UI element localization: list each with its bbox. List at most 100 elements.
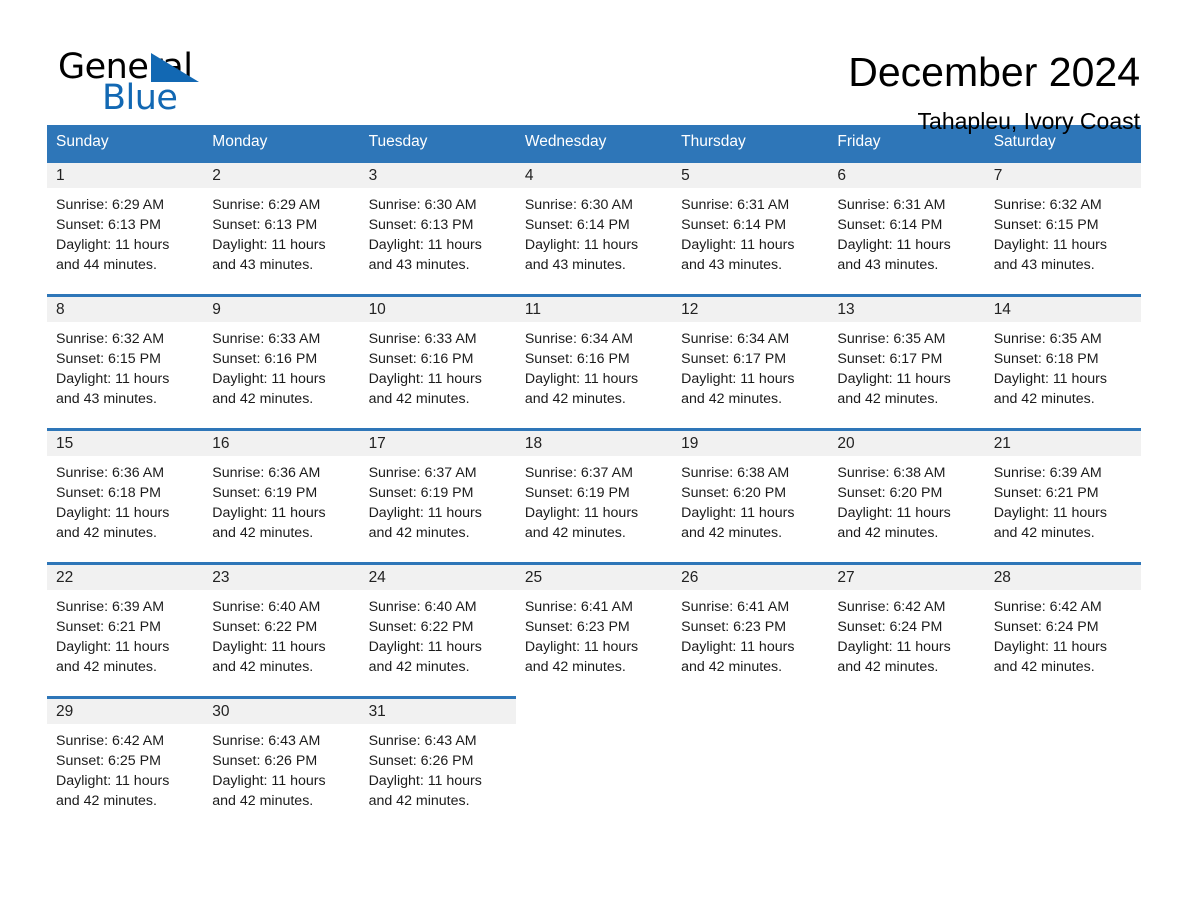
calendar-day-cell[interactable]: 1 Sunrise: 6:29 AM Sunset: 6:13 PM Daylight… xyxy=(47,160,204,294)
sunrise-time: Sunrise: 6:40 AM xyxy=(368,599,477,615)
daylight-duration-line2: and 43 minutes. xyxy=(993,257,1095,273)
day-number: 2 xyxy=(203,163,360,188)
daylight-duration-line2: and 42 minutes. xyxy=(368,793,470,809)
day-details: Sunrise: 6:29 AM Sunset: 6:13 PM Daylight:… xyxy=(47,188,203,275)
sunset-time: Sunset: 6:24 PM xyxy=(837,619,943,635)
calendar-day-cell[interactable]: 11 Sunrise: 6:34 AM Sunset: 6:16 PM Dayligh… xyxy=(515,294,673,428)
day-details: Sunrise: 6:29 AM Sunset: 6:13 PM Daylight:… xyxy=(203,188,359,275)
calendar-day-cell[interactable]: 31 Sunrise: 6:43 AM Sunset: 6:26 PM Dayligh… xyxy=(359,696,516,830)
sunrise-time: Sunrise: 6:30 AM xyxy=(368,197,477,213)
calendar-day-cell[interactable]: 23 Sunrise: 6:40 AM Sunset: 6:22 PM Dayligh… xyxy=(203,562,360,696)
calendar-day-cell[interactable]: 13 Sunrise: 6:35 AM Sunset: 6:17 PM Dayligh… xyxy=(828,294,985,428)
daylight-duration-line1: Daylight: 11 hours xyxy=(993,639,1107,655)
general-blue-logo[interactable]: General Blue xyxy=(58,48,238,122)
daylight-duration-line1: Daylight: 11 hours xyxy=(368,371,482,387)
daylight-duration-line1: Daylight: 11 hours xyxy=(368,237,482,253)
daylight-duration-line1: Daylight: 11 hours xyxy=(368,773,482,789)
daylight-duration-line1: Daylight: 11 hours xyxy=(524,639,639,655)
sunset-time: Sunset: 6:13 PM xyxy=(212,217,318,233)
daylight-duration-line2: and 42 minutes. xyxy=(524,525,626,541)
calendar-day-cell[interactable]: 22 Sunrise: 6:39 AM Sunset: 6:21 PM Dayligh… xyxy=(47,562,204,696)
sunrise-time: Sunrise: 6:38 AM xyxy=(837,465,946,481)
calendar-day-cell[interactable]: 28 Sunrise: 6:42 AM Sunset: 6:24 PM Dayligh… xyxy=(984,562,1141,696)
calendar-day-cell[interactable]: 25 Sunrise: 6:41 AM Sunset: 6:23 PM Dayligh… xyxy=(515,562,673,696)
calendar-day-cell[interactable]: 9 Sunrise: 6:33 AM Sunset: 6:16 PM Daylight… xyxy=(203,294,360,428)
sunset-time: Sunset: 6:26 PM xyxy=(212,753,318,769)
daylight-duration-line2: and 42 minutes. xyxy=(681,525,783,541)
sunrise-time: Sunrise: 6:37 AM xyxy=(368,465,477,481)
daylight-duration-line2: and 42 minutes. xyxy=(993,525,1095,541)
daylight-duration-line1: Daylight: 11 hours xyxy=(56,773,170,789)
calendar-day-cell[interactable]: 14 Sunrise: 6:35 AM Sunset: 6:18 PM Dayligh… xyxy=(984,294,1141,428)
day-details: Sunrise: 6:37 AM Sunset: 6:19 PM Daylight:… xyxy=(516,456,672,543)
calendar-page: General Blue December 2024 Tahapleu, Ivo… xyxy=(0,0,1188,918)
calendar-day-cell[interactable]: 17 Sunrise: 6:37 AM Sunset: 6:19 PM Dayligh… xyxy=(359,428,516,562)
day-number: 29 xyxy=(47,699,204,724)
daylight-duration-line1: Daylight: 11 hours xyxy=(368,639,482,655)
day-details: Sunrise: 6:32 AM Sunset: 6:15 PM Daylight:… xyxy=(985,188,1141,275)
calendar-day-cell[interactable]: 15 Sunrise: 6:36 AM Sunset: 6:18 PM Dayligh… xyxy=(47,428,204,562)
daylight-duration-line1: Daylight: 11 hours xyxy=(837,237,951,253)
calendar-day-cell[interactable]: 26 Sunrise: 6:41 AM Sunset: 6:23 PM Dayligh… xyxy=(672,562,829,696)
calendar-table: Sunday Monday Tuesday Wednesday Thursday Frid… xyxy=(47,125,1141,830)
calendar-day-cell[interactable]: 30 Sunrise: 6:43 AM Sunset: 6:26 PM Dayligh… xyxy=(203,696,360,830)
calendar-day-cell[interactable]: 6 Sunrise: 6:31 AM Sunset: 6:14 PM Daylight… xyxy=(828,160,985,294)
calendar-day-cell[interactable]: 16 Sunrise: 6:36 AM Sunset: 6:19 PM Dayligh… xyxy=(203,428,360,562)
calendar-day-cell[interactable]: 10 Sunrise: 6:33 AM Sunset: 6:16 PM Dayligh… xyxy=(359,294,516,428)
sunrise-time: Sunrise: 6:42 AM xyxy=(993,599,1102,615)
daylight-duration-line2: and 43 minutes. xyxy=(524,257,626,273)
calendar-day-cell[interactable]: 4 Sunrise: 6:30 AM Sunset: 6:14 PM Daylight… xyxy=(515,160,673,294)
daylight-duration-line1: Daylight: 11 hours xyxy=(212,505,326,521)
day-details: Sunrise: 6:30 AM Sunset: 6:14 PM Daylight:… xyxy=(516,188,672,275)
day-details: Sunrise: 6:35 AM Sunset: 6:17 PM Daylight:… xyxy=(828,322,984,409)
calendar-day-cell[interactable]: 5 Sunrise: 6:31 AM Sunset: 6:14 PM Daylight… xyxy=(672,160,829,294)
daylight-duration-line1: Daylight: 11 hours xyxy=(837,639,951,655)
calendar-day-cell[interactable]: 19 Sunrise: 6:38 AM Sunset: 6:20 PM Dayligh… xyxy=(672,428,829,562)
sunset-time: Sunset: 6:13 PM xyxy=(56,217,161,233)
calendar-day-cell[interactable]: 24 Sunrise: 6:40 AM Sunset: 6:22 PM Dayligh… xyxy=(359,562,516,696)
day-number: 12 xyxy=(672,297,829,322)
page-header: General Blue December 2024 Tahapleu, Ivo… xyxy=(0,0,1188,133)
day-details: Sunrise: 6:39 AM Sunset: 6:21 PM Daylight:… xyxy=(47,590,203,677)
daylight-duration-line2: and 42 minutes. xyxy=(993,391,1095,407)
sunrise-time: Sunrise: 6:41 AM xyxy=(681,599,790,615)
sunrise-time: Sunrise: 6:37 AM xyxy=(524,465,633,481)
sunrise-time: Sunrise: 6:30 AM xyxy=(524,197,633,213)
day-details: Sunrise: 6:33 AM Sunset: 6:16 PM Daylight:… xyxy=(203,322,359,409)
sunset-time: Sunset: 6:19 PM xyxy=(212,485,318,501)
daylight-duration-line2: and 42 minutes. xyxy=(212,525,314,541)
day-details: Sunrise: 6:34 AM Sunset: 6:16 PM Daylight:… xyxy=(516,322,672,409)
day-details: Sunrise: 6:42 AM Sunset: 6:24 PM Daylight:… xyxy=(828,590,984,677)
day-details: Sunrise: 6:38 AM Sunset: 6:20 PM Daylight:… xyxy=(672,456,828,543)
day-number: 31 xyxy=(359,699,516,724)
daylight-duration-line2: and 42 minutes. xyxy=(993,659,1095,675)
calendar-day-cell[interactable]: 8 Sunrise: 6:32 AM Sunset: 6:15 PM Daylight… xyxy=(47,294,204,428)
day-details: Sunrise: 6:42 AM Sunset: 6:25 PM Daylight:… xyxy=(47,724,203,811)
day-number: 3 xyxy=(359,163,516,188)
calendar-day-cell[interactable]: 29 Sunrise: 6:42 AM Sunset: 6:25 PM Dayligh… xyxy=(47,696,204,830)
daylight-duration-line2: and 42 minutes. xyxy=(681,391,783,407)
day-number: 5 xyxy=(672,163,829,188)
day-details: Sunrise: 6:40 AM Sunset: 6:22 PM Daylight:… xyxy=(203,590,359,677)
day-details: Sunrise: 6:38 AM Sunset: 6:20 PM Daylight:… xyxy=(828,456,984,543)
sunrise-time: Sunrise: 6:33 AM xyxy=(212,331,321,347)
sunset-time: Sunset: 6:16 PM xyxy=(212,351,318,367)
calendar-day-cell[interactable]: 27 Sunrise: 6:42 AM Sunset: 6:24 PM Dayligh… xyxy=(828,562,985,696)
daylight-duration-line2: and 42 minutes. xyxy=(212,793,314,809)
daylight-duration-line2: and 42 minutes. xyxy=(681,659,783,675)
calendar-day-cell[interactable]: 18 Sunrise: 6:37 AM Sunset: 6:19 PM Dayligh… xyxy=(515,428,673,562)
day-number: 9 xyxy=(203,297,360,322)
calendar-day-cell[interactable]: 21 Sunrise: 6:39 AM Sunset: 6:21 PM Dayligh… xyxy=(984,428,1141,562)
sunset-time: Sunset: 6:21 PM xyxy=(56,619,161,635)
day-details: Sunrise: 6:43 AM Sunset: 6:26 PM Daylight:… xyxy=(360,724,516,811)
sunset-time: Sunset: 6:19 PM xyxy=(368,485,474,501)
calendar-day-cell[interactable]: 12 Sunrise: 6:34 AM Sunset: 6:17 PM Dayligh… xyxy=(672,294,829,428)
calendar-day-cell[interactable]: 3 Sunrise: 6:30 AM Sunset: 6:13 PM Daylight… xyxy=(359,160,516,294)
day-details: Sunrise: 6:34 AM Sunset: 6:17 PM Daylight:… xyxy=(672,322,828,409)
calendar-day-cell[interactable]: 2 Sunrise: 6:29 AM Sunset: 6:13 PM Daylight… xyxy=(203,160,360,294)
calendar-empty-cell xyxy=(984,696,1141,830)
calendar-day-cell[interactable]: 20 Sunrise: 6:38 AM Sunset: 6:20 PM Dayligh… xyxy=(828,428,985,562)
calendar-day-cell[interactable]: 7 Sunrise: 6:32 AM Sunset: 6:15 PM Daylight… xyxy=(984,160,1141,294)
daylight-duration-line1: Daylight: 11 hours xyxy=(56,505,170,521)
sunset-time: Sunset: 6:21 PM xyxy=(993,485,1099,501)
